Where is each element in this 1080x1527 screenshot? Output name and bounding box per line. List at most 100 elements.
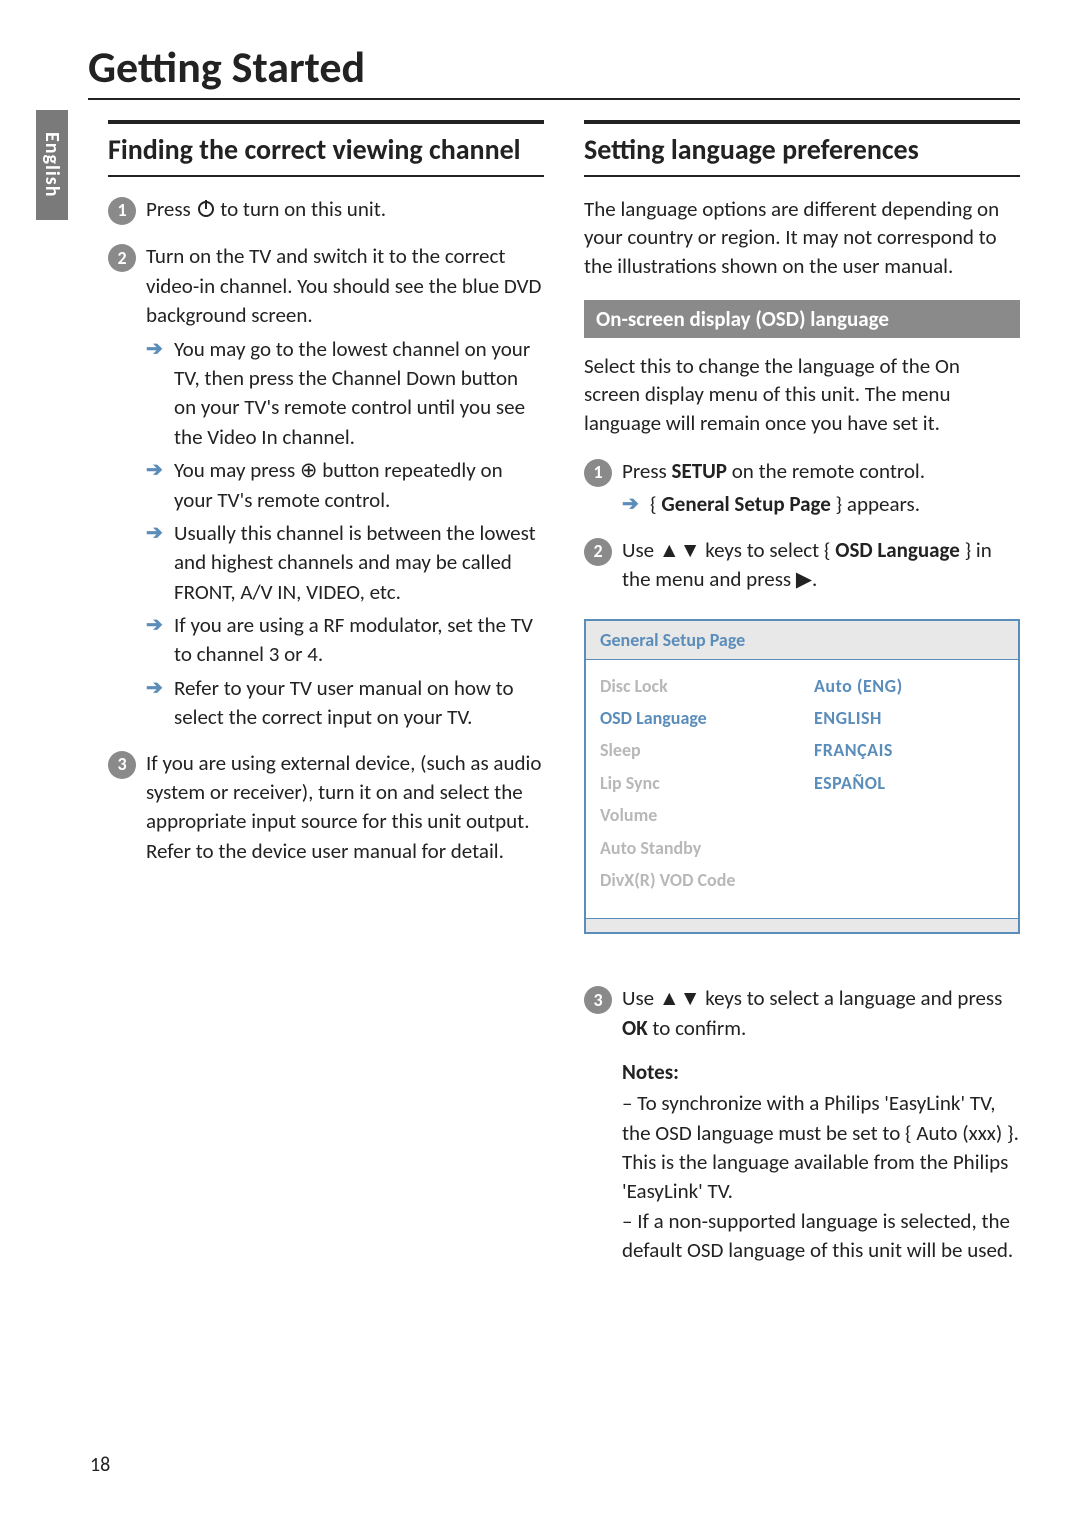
osd-item: Sleep [600,734,790,766]
power-icon [196,197,216,226]
step-badge: 1 [108,197,136,225]
step-badge: 2 [584,538,612,566]
sub-text: You may go to the lowest channel on your… [174,335,544,453]
osd-menu-left: Disc Lock OSD Language Sleep Lip Sync Vo… [600,670,790,897]
text: Turn on the TV and switch it to the corr… [146,243,541,328]
step-badge: 1 [584,459,612,487]
section-rule [584,120,1020,124]
right-arrow-icon [796,566,812,592]
notes-heading: Notes: [622,1059,1020,1085]
section-rule [108,175,544,177]
up-arrow-icon [659,537,680,563]
sub-bullet: ➔ { General Setup Page } appears. [622,490,1020,519]
sub-text: You may press ⊕ button repeatedly on you… [174,456,544,515]
osd-item: Lip Sync [600,767,790,799]
osd-item: Disc Lock [600,670,790,702]
ok-key: OK [622,1015,648,1041]
section-rule [108,120,544,124]
text: Press [146,196,196,222]
t: keys to select a language and press [700,985,1002,1011]
up-arrow-icon [659,985,680,1011]
step-2: 2 Turn on the TV and switch it to the co… [108,242,544,732]
note-line: – If a non-supported language is selecte… [622,1207,1020,1266]
osd-menu-header: General Setup Page [586,621,1018,660]
step-1: 1 Press to turn on this unit. [108,195,544,226]
setup-key: SETUP [672,458,727,484]
sub-text: Usually this channel is between the lowe… [174,519,544,607]
sub-bullet: ➔You may press ⊕ button repeatedly on yo… [146,456,544,515]
note-line: – To synchronize with a Philips 'EasyLin… [622,1089,1020,1207]
section-rule [584,175,1020,177]
arrow-icon: ➔ [146,674,166,733]
t: to confirm. [648,1015,747,1041]
arrow-icon: ➔ [622,490,642,519]
right-step-2: 2 Use keys to select { OSD Language } in… [584,536,1020,595]
right-step-3: 3 Use keys to select a language and pres… [584,984,1020,1043]
osd-option: ENGLISH [814,702,1004,734]
right-column: Setting language preferences The languag… [584,120,1020,1265]
sub-text: { General Setup Page } appears. [650,490,1020,519]
t: { [650,491,661,517]
arrow-icon: ➔ [146,519,166,607]
sub-bullet: ➔Refer to your TV user manual on how to … [146,674,544,733]
step-text: Turn on the TV and switch it to the corr… [146,242,544,732]
t: General Setup Page [661,491,830,517]
sub-bullet: ➔If you are using a RF modulator, set th… [146,611,544,670]
arrow-icon: ➔ [146,335,166,453]
right-step-1: 1 Press SETUP on the remote control. ➔ { … [584,457,1020,520]
section-heading-right: Setting language preferences [584,130,1020,169]
left-column: Finding the correct viewing channel 1 Pr… [108,120,544,1265]
arrow-icon: ➔ [146,456,166,515]
right-steps-1-2: 1 Press SETUP on the remote control. ➔ { … [584,457,1020,595]
osd-item: DivX(R) VOD Code [600,864,790,896]
step-text: Press to turn on this unit. [146,195,544,226]
t: . [812,566,817,592]
page-number: 18 [90,1453,110,1477]
osd-item-selected: OSD Language [600,702,790,734]
section-heading-left: Finding the correct viewing channel [108,130,544,169]
step-badge: 3 [584,986,612,1014]
osd-menu-footer [586,918,1018,932]
columns: Finding the correct viewing channel 1 Pr… [108,120,1020,1265]
osd-band-heading: On-screen display (OSD) language [584,300,1020,338]
manual-page: English Getting Started Finding the corr… [0,0,1080,1527]
page-title: Getting Started [88,40,1020,94]
step-text: Press SETUP on the remote control. ➔ { Ge… [622,457,1020,520]
down-arrow-icon [680,537,701,563]
t: } appears. [831,491,920,517]
step-text: If you are using external device, (such … [146,749,544,867]
sub-text: Refer to your TV user manual on how to s… [174,674,544,733]
t: Use [622,537,659,563]
language-tab: English [36,110,68,220]
t: Use [622,985,659,1011]
section-intro: The language options are different depen… [584,195,1020,280]
step-3: 3 If you are using external device, (suc… [108,749,544,867]
text: to turn on this unit. [216,196,387,222]
osd-intro: Select this to change the language of th… [584,352,1020,437]
right-steps-3: 3 Use keys to select a language and pres… [584,984,1020,1043]
step-text: Use keys to select a language and press … [622,984,1020,1043]
sub-bullet: ➔Usually this channel is between the low… [146,519,544,607]
down-arrow-icon [680,985,701,1011]
t: OSD Language [835,537,960,563]
left-steps: 1 Press to turn on this unit. 2 Turn on … [108,195,544,866]
sub-bullet: ➔You may go to the lowest channel on you… [146,335,544,453]
osd-option-selected: Auto (ENG) [814,670,1004,702]
step-text: Use keys to select { OSD Language } in t… [622,536,1020,595]
osd-option: ESPAÑOL [814,767,1004,799]
sub-text: If you are using a RF modulator, set the… [174,611,544,670]
osd-option: FRANÇAIS [814,734,1004,766]
title-rule [88,98,1020,100]
t: on the remote control. [727,458,925,484]
osd-menu-panel: General Setup Page Disc Lock OSD Languag… [584,619,1020,935]
step-badge: 3 [108,751,136,779]
osd-item: Auto Standby [600,832,790,864]
step-badge: 2 [108,244,136,272]
osd-menu-right: Auto (ENG) ENGLISH FRANÇAIS ESPAÑOL [814,670,1004,897]
osd-menu-body: Disc Lock OSD Language Sleep Lip Sync Vo… [586,660,1018,919]
t: keys to select { [700,537,835,563]
arrow-icon: ➔ [146,611,166,670]
notes-body: – To synchronize with a Philips 'EasyLin… [622,1089,1020,1265]
t: Press [622,458,672,484]
osd-item: Volume [600,799,790,831]
